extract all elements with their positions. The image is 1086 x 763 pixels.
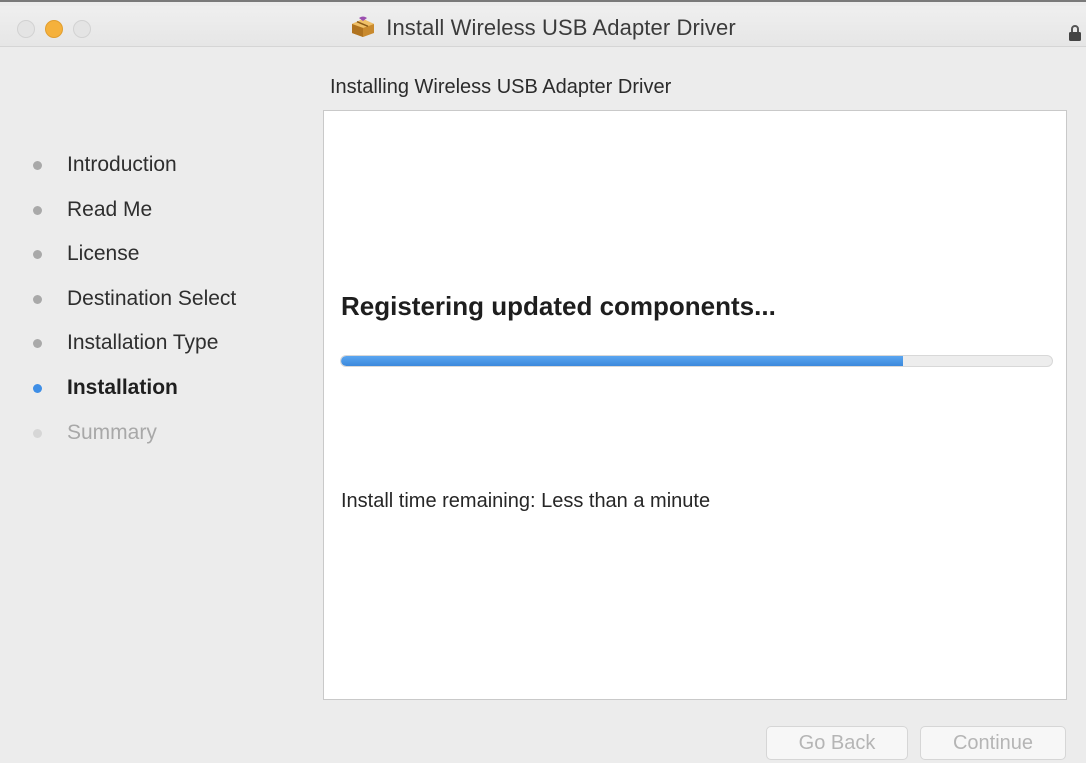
step-bullet-icon: [33, 339, 42, 349]
install-progress-fill: [341, 356, 903, 366]
step-bullet-icon: [33, 205, 42, 215]
installer-window: Install Wireless USB Adapter Driver Inst…: [0, 0, 1086, 763]
step-label: Installation: [67, 375, 178, 399]
step-label: Installation Type: [67, 331, 219, 355]
package-icon: [350, 16, 376, 44]
step-pending-bullet-icon: [33, 428, 42, 438]
step-label: Summary: [67, 420, 157, 444]
time-remaining: Install time remaining: Less than a minu…: [341, 490, 711, 512]
step-active-bullet-icon: [33, 383, 42, 393]
step-license: License: [30, 239, 236, 284]
continue-button[interactable]: Continue: [920, 726, 1066, 760]
step-label: Introduction: [67, 153, 177, 176]
window-title-row: Install Wireless USB Adapter Driver: [0, 15, 1086, 44]
window-title: Install Wireless USB Adapter Driver: [386, 15, 736, 40]
step-label: Read Me: [67, 197, 153, 221]
page-subtitle: Installing Wireless USB Adapter Driver: [330, 76, 672, 98]
step-label: License: [67, 242, 140, 266]
install-status: Registering updated components...: [341, 291, 776, 321]
install-progress-bar: [340, 355, 1053, 367]
step-destination-select: Destination Select: [30, 284, 236, 329]
lock-icon[interactable]: [1068, 24, 1082, 42]
step-read-me: Read Me: [30, 195, 236, 240]
step-installation-type: Installation Type: [30, 328, 236, 373]
step-label: Destination Select: [67, 286, 237, 310]
step-installation: Installation: [30, 373, 236, 418]
step-bullet-icon: [33, 294, 42, 304]
installer-steps: Introduction Read Me License Destination…: [30, 150, 236, 462]
step-bullet-icon: [33, 161, 42, 170]
go-back-button[interactable]: Go Back: [766, 726, 908, 760]
step-bullet-icon: [33, 250, 42, 260]
step-summary: Summary: [30, 418, 236, 463]
title-bar[interactable]: Install Wireless USB Adapter Driver: [0, 6, 1086, 47]
content-panel: Registering updated components... Instal…: [323, 110, 1067, 700]
step-introduction: Introduction: [30, 150, 236, 195]
